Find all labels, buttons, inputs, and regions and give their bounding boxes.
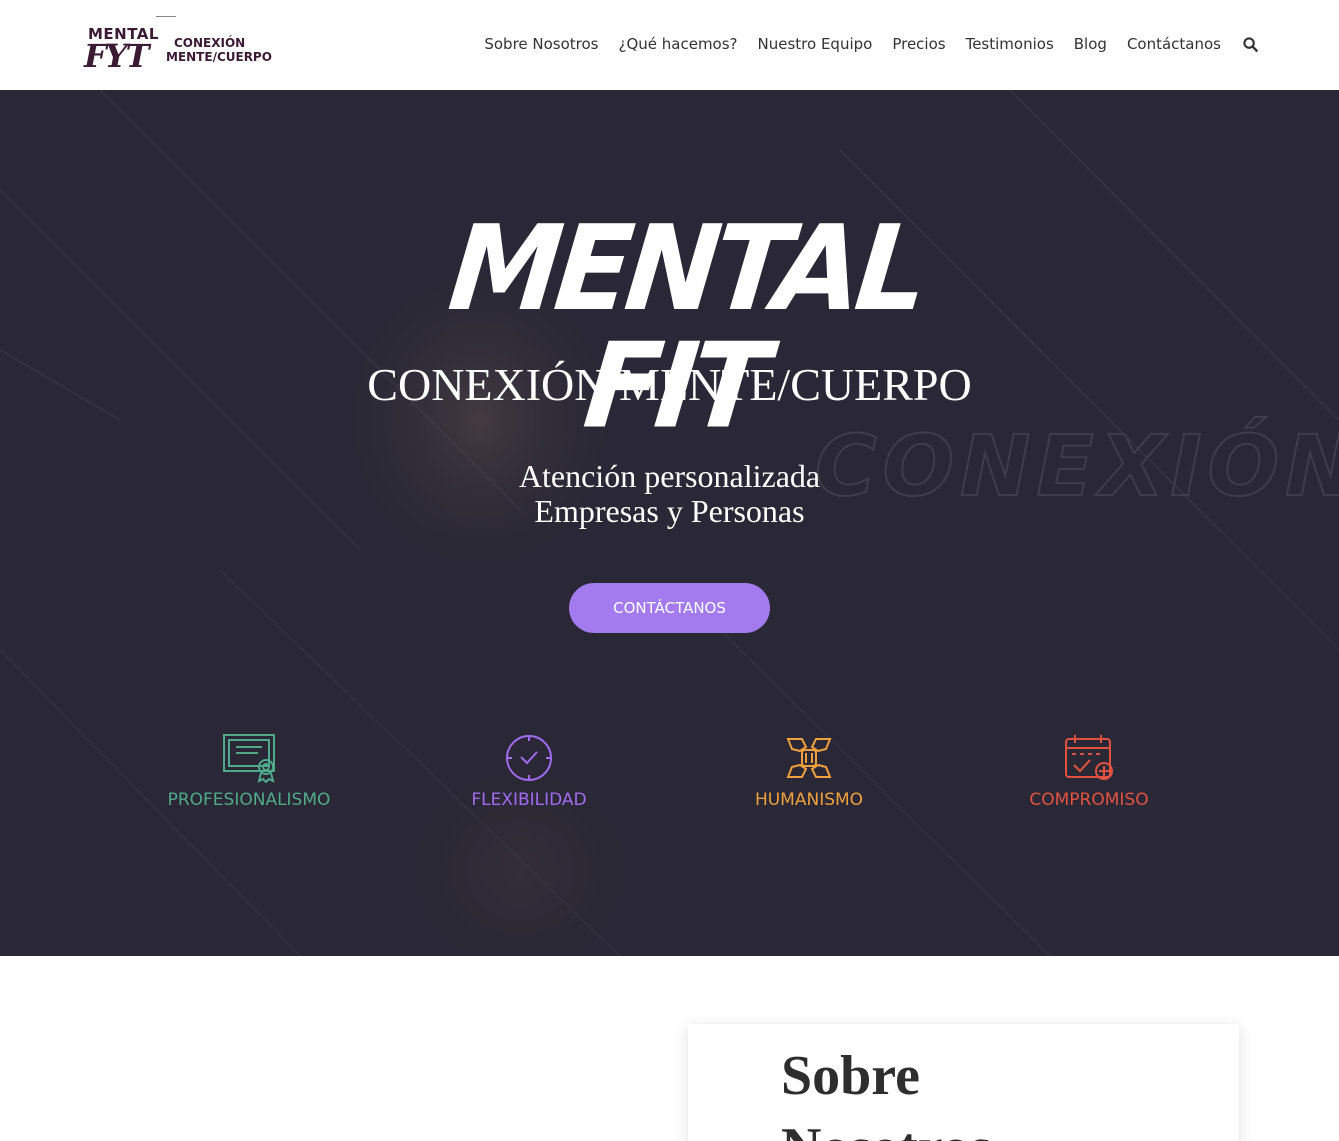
nav-item-sobre-nosotros[interactable]: Sobre Nosotros xyxy=(484,34,598,54)
logo-divider xyxy=(156,16,176,17)
calendar-check-icon xyxy=(1065,735,1113,780)
about-card: Sobre Nosotros xyxy=(688,1024,1239,1141)
hero-tagline-line2: Empresas y Personas xyxy=(534,493,805,529)
logo-tagline-top: CONEXIÓN xyxy=(174,36,246,50)
about-title: Sobre Nosotros xyxy=(781,1045,992,1141)
value-label-profesionalismo: PROFESIONALISMO xyxy=(167,790,331,810)
clock-icon xyxy=(506,735,552,781)
hero-tagline-line1: Atención personalizada xyxy=(518,458,821,494)
nav-item-nuestro-equipo[interactable]: Nuestro Equipo xyxy=(758,34,873,54)
joined-hands-icon xyxy=(786,738,832,778)
value-humanismo: HUMANISMO xyxy=(669,733,949,811)
value-profesionalismo: PROFESIONALISMO xyxy=(109,733,389,811)
nav-item-precios[interactable]: Precios xyxy=(892,34,945,54)
value-flexibilidad: FLEXIBILIDAD xyxy=(389,733,669,811)
site-logo[interactable]: MENTAL FYT CONEXIÓN MENTE/CUERPO xyxy=(84,14,272,76)
nav-item-blog[interactable]: Blog xyxy=(1074,34,1107,54)
site-header: MENTAL FYT CONEXIÓN MENTE/CUERPO Sobre N… xyxy=(0,0,1339,90)
logo-tagline-bottom: MENTE/CUERPO xyxy=(166,50,272,64)
contact-cta-button[interactable]: CONTÁCTANOS xyxy=(569,583,770,633)
value-label-compromiso: COMPROMISO xyxy=(1029,790,1149,810)
nav-item-testimonios[interactable]: Testimonios xyxy=(966,34,1054,54)
certificate-icon xyxy=(223,734,275,783)
value-compromiso: COMPROMISO xyxy=(949,733,1229,811)
nav-item-que-hacemos[interactable]: ¿Qué hacemos? xyxy=(619,34,738,54)
logo-mark: FYT xyxy=(84,37,149,75)
hero-section: CONEXIÓN MENTAL FIT CONEXIÓN MENTE/CUERP… xyxy=(0,90,1339,956)
hero-subtitle: CONEXIÓN MENTE/CUERPO xyxy=(367,359,972,410)
main-nav: Sobre Nosotros ¿Qué hacemos? Nuestro Equ… xyxy=(464,34,1259,54)
nav-item-contactanos[interactable]: Contáctanos xyxy=(1127,34,1221,54)
value-label-flexibilidad: FLEXIBILIDAD xyxy=(471,790,587,810)
search-icon[interactable] xyxy=(1243,34,1259,54)
value-label-humanismo: HUMANISMO xyxy=(754,790,864,810)
